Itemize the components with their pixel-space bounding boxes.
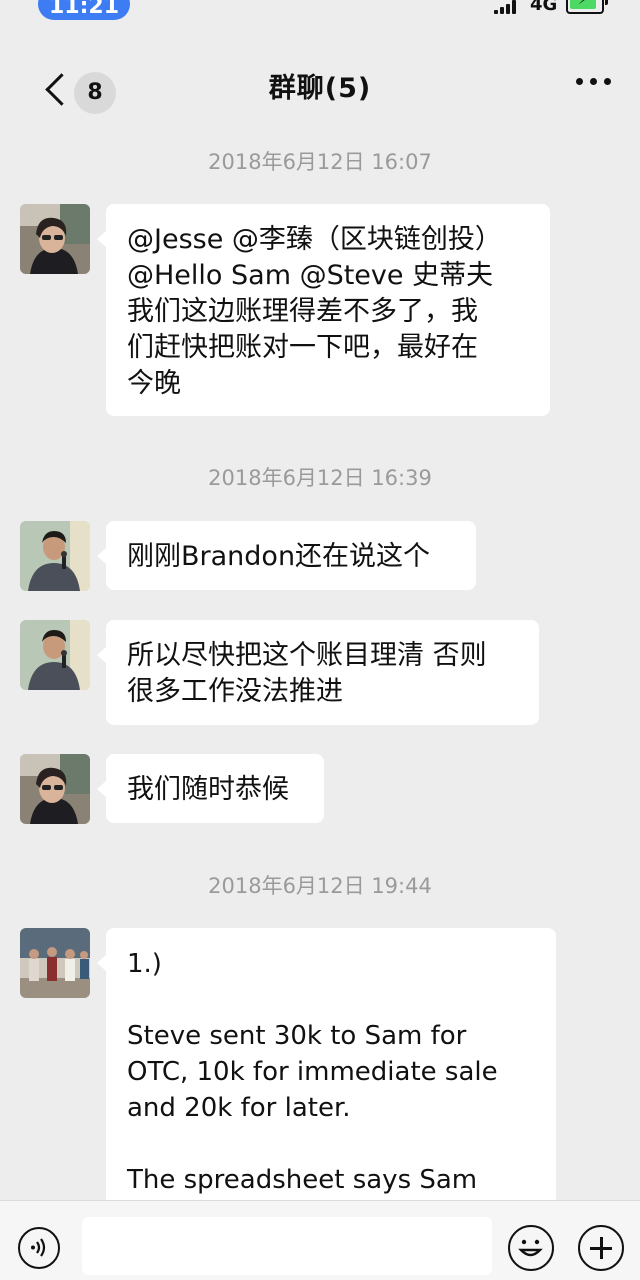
status-time: 11:21 <box>38 0 130 20</box>
network-label: 4G <box>530 0 558 15</box>
nav-bar: 8 群聊(5) <box>0 44 640 122</box>
avatar[interactable] <box>20 620 90 690</box>
plus-button[interactable] <box>578 1225 624 1271</box>
battery-icon: ⚡ <box>566 0 608 14</box>
man-microphone-avatar-icon <box>20 521 90 591</box>
message-timestamp: 2018年6月12日 19:44 <box>208 874 432 898</box>
group-photo-avatar-icon <box>20 928 90 998</box>
avatar[interactable] <box>20 521 90 591</box>
message-timestamp: 2018年6月12日 16:07 <box>208 150 432 174</box>
man-microphone-avatar-icon <box>20 620 90 690</box>
voice-button[interactable] <box>18 1227 60 1269</box>
message-input[interactable] <box>82 1217 492 1275</box>
message-bubble[interactable]: 所以尽快把这个账目理清 否则 很多工作没法推进 <box>97 620 539 725</box>
avatar[interactable] <box>20 754 90 824</box>
avatar[interactable] <box>20 204 90 274</box>
input-bar <box>0 1200 640 1280</box>
chat-title: 群聊(5) <box>268 73 372 104</box>
message-timestamp: 2018年6月12日 16:39 <box>208 466 432 490</box>
emoji-button[interactable] <box>508 1225 554 1271</box>
message-bubble[interactable]: 1.) Steve sent 30k to Sam for OTC, 10k f… <box>97 928 556 1228</box>
message-bubble[interactable]: @Jesse @李臻（区块链创投） @Hello Sam @Steve 史蒂夫 … <box>97 204 550 416</box>
status-bar: 11:21 4G ⚡ <box>0 0 640 22</box>
message-bubble[interactable]: 我们随时恭候 <box>97 754 324 823</box>
more-options-icon[interactable] <box>574 78 614 88</box>
voice-icon <box>31 1238 46 1257</box>
message-bubble[interactable]: 刚刚Brandon还在说这个 <box>97 521 476 590</box>
woman-sunglasses-avatar-icon <box>20 204 90 274</box>
emoji-icon <box>518 1239 543 1257</box>
woman-sunglasses-avatar-icon <box>20 754 90 824</box>
signal-icon <box>494 0 520 14</box>
avatar[interactable] <box>20 928 90 998</box>
